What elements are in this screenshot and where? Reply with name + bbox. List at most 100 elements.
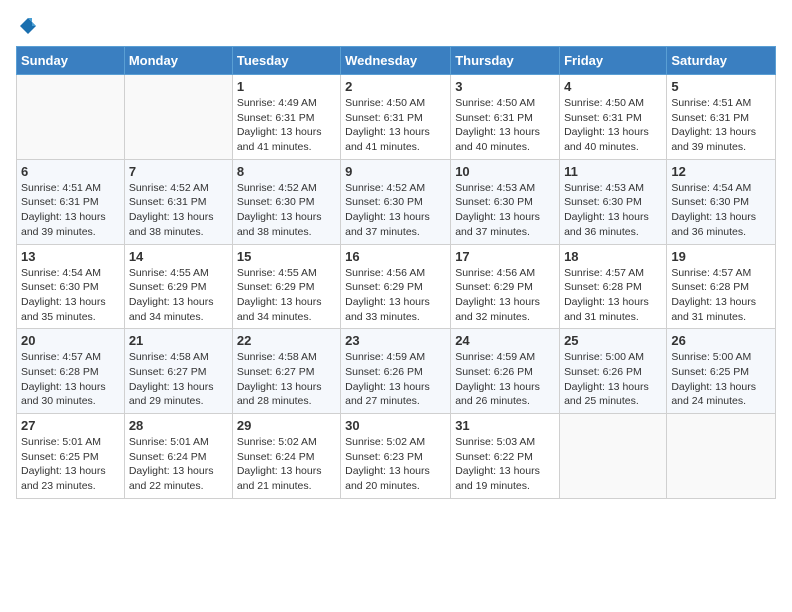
day-number: 21	[129, 333, 228, 348]
calendar-table: SundayMondayTuesdayWednesdayThursdayFrid…	[16, 46, 776, 499]
day-info: Sunrise: 4:57 AMSunset: 6:28 PMDaylight:…	[671, 266, 771, 325]
day-info: Sunrise: 5:03 AMSunset: 6:22 PMDaylight:…	[455, 435, 555, 494]
calendar-cell: 8 Sunrise: 4:52 AMSunset: 6:30 PMDaylight…	[232, 159, 340, 244]
day-number: 8	[237, 164, 336, 179]
weekday-header-monday: Monday	[124, 47, 232, 75]
day-number: 30	[345, 418, 446, 433]
day-info: Sunrise: 4:54 AMSunset: 6:30 PMDaylight:…	[671, 181, 771, 240]
day-number: 17	[455, 249, 555, 264]
day-info: Sunrise: 4:51 AMSunset: 6:31 PMDaylight:…	[21, 181, 120, 240]
day-number: 14	[129, 249, 228, 264]
day-number: 28	[129, 418, 228, 433]
day-number: 31	[455, 418, 555, 433]
day-number: 2	[345, 79, 446, 94]
calendar-cell: 25 Sunrise: 5:00 AMSunset: 6:26 PMDayligh…	[560, 329, 667, 414]
calendar-cell: 5Sunrise: 4:51 AMSunset: 6:31 PMDaylight…	[667, 75, 776, 160]
day-number: 15	[237, 249, 336, 264]
calendar-week-2: 6 Sunrise: 4:51 AMSunset: 6:31 PMDaylight…	[17, 159, 776, 244]
day-info: Sunrise: 4:59 AMSunset: 6:26 PMDaylight:…	[455, 350, 555, 409]
day-number: 16	[345, 249, 446, 264]
day-number: 26	[671, 333, 771, 348]
calendar-cell: 10 Sunrise: 4:53 AMSunset: 6:30 PMDayligh…	[451, 159, 560, 244]
calendar-cell: 17Sunrise: 4:56 AMSunset: 6:29 PMDayligh…	[451, 244, 560, 329]
calendar-cell: 7Sunrise: 4:52 AMSunset: 6:31 PMDaylight…	[124, 159, 232, 244]
calendar-cell: 21 Sunrise: 4:58 AMSunset: 6:27 PMDayligh…	[124, 329, 232, 414]
day-number: 25	[564, 333, 662, 348]
day-info: Sunrise: 5:00 AMSunset: 6:25 PMDaylight:…	[671, 350, 771, 409]
calendar-cell	[560, 414, 667, 499]
day-number: 24	[455, 333, 555, 348]
day-number: 18	[564, 249, 662, 264]
day-info: Sunrise: 4:51 AMSunset: 6:31 PMDaylight:…	[671, 96, 771, 155]
day-number: 19	[671, 249, 771, 264]
calendar-cell: 9 Sunrise: 4:52 AMSunset: 6:30 PMDaylight…	[341, 159, 451, 244]
weekday-header-thursday: Thursday	[451, 47, 560, 75]
day-info: Sunrise: 5:02 AMSunset: 6:24 PMDaylight:…	[237, 435, 336, 494]
calendar-cell	[17, 75, 125, 160]
calendar-body: 1Sunrise: 4:49 AMSunset: 6:31 PMDaylight…	[17, 75, 776, 499]
day-number: 3	[455, 79, 555, 94]
calendar-cell: 27 Sunrise: 5:01 AMSunset: 6:25 PMDayligh…	[17, 414, 125, 499]
logo-icon	[18, 16, 38, 36]
calendar-cell: 3 Sunrise: 4:50 AMSunset: 6:31 PMDaylight…	[451, 75, 560, 160]
day-number: 10	[455, 164, 555, 179]
day-number: 13	[21, 249, 120, 264]
calendar-cell: 12 Sunrise: 4:54 AMSunset: 6:30 PMDayligh…	[667, 159, 776, 244]
day-number: 20	[21, 333, 120, 348]
day-info: Sunrise: 4:58 AMSunset: 6:27 PMDaylight:…	[129, 350, 228, 409]
calendar-cell: 24 Sunrise: 4:59 AMSunset: 6:26 PMDayligh…	[451, 329, 560, 414]
day-number: 22	[237, 333, 336, 348]
day-info: Sunrise: 4:49 AMSunset: 6:31 PMDaylight:…	[237, 96, 336, 155]
day-info: Sunrise: 4:58 AMSunset: 6:27 PMDaylight:…	[237, 350, 336, 409]
weekday-header-wednesday: Wednesday	[341, 47, 451, 75]
day-number: 6	[21, 164, 120, 179]
day-info: Sunrise: 4:52 AMSunset: 6:30 PMDaylight:…	[345, 181, 446, 240]
day-info: Sunrise: 4:53 AMSunset: 6:30 PMDaylight:…	[564, 181, 662, 240]
day-info: Sunrise: 4:55 AMSunset: 6:29 PMDaylight:…	[237, 266, 336, 325]
day-info: Sunrise: 4:50 AMSunset: 6:31 PMDaylight:…	[345, 96, 446, 155]
day-info: Sunrise: 4:55 AMSunset: 6:29 PMDaylight:…	[129, 266, 228, 325]
day-number: 9	[345, 164, 446, 179]
calendar-cell: 6 Sunrise: 4:51 AMSunset: 6:31 PMDaylight…	[17, 159, 125, 244]
day-number: 4	[564, 79, 662, 94]
day-number: 11	[564, 164, 662, 179]
calendar-cell	[124, 75, 232, 160]
calendar-cell: 23 Sunrise: 4:59 AMSunset: 6:26 PMDayligh…	[341, 329, 451, 414]
day-number: 27	[21, 418, 120, 433]
day-info: Sunrise: 5:00 AMSunset: 6:26 PMDaylight:…	[564, 350, 662, 409]
weekday-header-tuesday: Tuesday	[232, 47, 340, 75]
weekday-header-saturday: Saturday	[667, 47, 776, 75]
calendar-header-row: SundayMondayTuesdayWednesdayThursdayFrid…	[17, 47, 776, 75]
day-info: Sunrise: 5:01 AMSunset: 6:25 PMDaylight:…	[21, 435, 120, 494]
calendar-cell: 2 Sunrise: 4:50 AMSunset: 6:31 PMDaylight…	[341, 75, 451, 160]
day-info: Sunrise: 5:02 AMSunset: 6:23 PMDaylight:…	[345, 435, 446, 494]
calendar-cell: 14 Sunrise: 4:55 AMSunset: 6:29 PMDayligh…	[124, 244, 232, 329]
day-info: Sunrise: 4:50 AMSunset: 6:31 PMDaylight:…	[455, 96, 555, 155]
calendar-cell: 15 Sunrise: 4:55 AMSunset: 6:29 PMDayligh…	[232, 244, 340, 329]
calendar-week-5: 27 Sunrise: 5:01 AMSunset: 6:25 PMDayligh…	[17, 414, 776, 499]
weekday-header-sunday: Sunday	[17, 47, 125, 75]
day-info: Sunrise: 4:57 AMSunset: 6:28 PMDaylight:…	[564, 266, 662, 325]
calendar-cell: 20 Sunrise: 4:57 AMSunset: 6:28 PMDayligh…	[17, 329, 125, 414]
day-number: 7	[129, 164, 228, 179]
day-info: Sunrise: 4:52 AMSunset: 6:30 PMDaylight:…	[237, 181, 336, 240]
logo	[16, 16, 38, 36]
day-number: 12	[671, 164, 771, 179]
day-info: Sunrise: 4:53 AMSunset: 6:30 PMDaylight:…	[455, 181, 555, 240]
calendar-week-1: 1Sunrise: 4:49 AMSunset: 6:31 PMDaylight…	[17, 75, 776, 160]
day-info: Sunrise: 5:01 AMSunset: 6:24 PMDaylight:…	[129, 435, 228, 494]
calendar-cell: 29Sunrise: 5:02 AMSunset: 6:24 PMDayligh…	[232, 414, 340, 499]
calendar-cell: 18 Sunrise: 4:57 AMSunset: 6:28 PMDayligh…	[560, 244, 667, 329]
day-info: Sunrise: 4:50 AMSunset: 6:31 PMDaylight:…	[564, 96, 662, 155]
calendar-cell: 26 Sunrise: 5:00 AMSunset: 6:25 PMDayligh…	[667, 329, 776, 414]
calendar-cell	[667, 414, 776, 499]
day-info: Sunrise: 4:56 AMSunset: 6:29 PMDaylight:…	[345, 266, 446, 325]
calendar-week-4: 20 Sunrise: 4:57 AMSunset: 6:28 PMDayligh…	[17, 329, 776, 414]
page-header	[16, 16, 776, 36]
calendar-cell: 13Sunrise: 4:54 AMSunset: 6:30 PMDayligh…	[17, 244, 125, 329]
calendar-cell: 4 Sunrise: 4:50 AMSunset: 6:31 PMDaylight…	[560, 75, 667, 160]
calendar-cell: 31 Sunrise: 5:03 AMSunset: 6:22 PMDayligh…	[451, 414, 560, 499]
day-info: Sunrise: 4:59 AMSunset: 6:26 PMDaylight:…	[345, 350, 446, 409]
day-number: 23	[345, 333, 446, 348]
day-info: Sunrise: 4:57 AMSunset: 6:28 PMDaylight:…	[21, 350, 120, 409]
